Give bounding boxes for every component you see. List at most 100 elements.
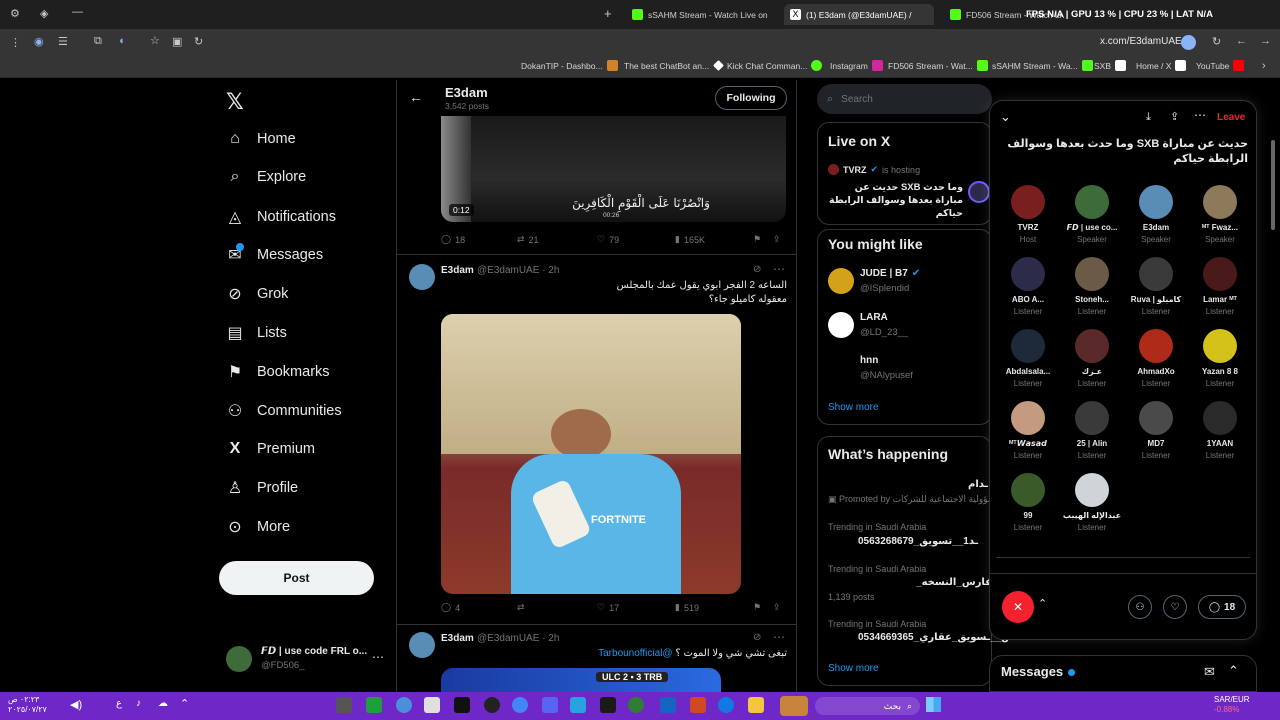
star-icon[interactable]: ☆	[150, 34, 160, 47]
show-more-link[interactable]: Show more	[828, 663, 879, 674]
reply-button[interactable]: ◯ 18	[441, 234, 465, 245]
minimize-icon[interactable]: —	[72, 6, 83, 18]
views-button[interactable]: ▮ 519	[675, 602, 699, 613]
bookmark-youtube[interactable]: YouTube	[1196, 60, 1245, 71]
bookmark-fd506[interactable]: FD506 Stream - Wat...	[888, 60, 988, 71]
nav-profile[interactable]: ♙ Profile	[226, 474, 298, 502]
currency-widget[interactable]: SAR/EUR -0.88%	[1214, 695, 1250, 715]
post-author-name[interactable]: E3dam	[441, 265, 474, 276]
post-author-name[interactable]: E3dam	[441, 633, 474, 644]
more-icon[interactable]: ⋯	[372, 650, 384, 664]
space-participant[interactable]: عـزك Listener	[1060, 329, 1124, 388]
nav-more[interactable]: ⊙ More	[226, 513, 290, 541]
bookmark-home-x[interactable]: Home / X	[1136, 60, 1187, 71]
read-aloud-icon[interactable]: ◖	[118, 35, 125, 47]
bookmark-instagram[interactable]: Instagram	[830, 60, 883, 71]
sidebar-icon[interactable]: ☰	[58, 35, 68, 48]
url-field[interactable]: x.com/E3damUAE	[1100, 36, 1182, 47]
nav-grok[interactable]: ⊘ Grok	[226, 280, 288, 308]
space-participant[interactable]: 𝙁𝘿 | use co... Speaker	[1060, 185, 1124, 244]
video-player[interactable]: وَانْصُرْنَا عَلَى الْقَوْمِ الْكَافِرِي…	[441, 116, 786, 222]
app-icon[interactable]	[660, 697, 676, 713]
taskbar-clock[interactable]: ٠٢:٢٣ ص ٢٠٢٥/٠٧/٢٧	[8, 695, 47, 715]
post-image[interactable]: FORTNITE	[441, 314, 741, 594]
app-icon[interactable]	[366, 697, 382, 713]
share-button[interactable]: ⇪	[773, 602, 781, 613]
more-icon[interactable]: ⋯	[1194, 108, 1206, 122]
widget-icon[interactable]	[780, 696, 808, 716]
avatar[interactable]	[409, 632, 435, 658]
people-button[interactable]: ⚇	[1128, 595, 1152, 619]
search-input[interactable]: Search	[841, 94, 873, 105]
space-participant[interactable]: Stoneh... Listener	[1060, 257, 1124, 316]
browser-logo-icon[interactable]: ◈	[40, 7, 48, 20]
space-participant[interactable]: Yazan 8 8 Listener	[1188, 329, 1252, 388]
bookmark-dokantip[interactable]: DokanTIP - Dashbo...	[521, 60, 618, 71]
space-participant[interactable]: ABO A... Listener	[996, 257, 1060, 316]
file-explorer-icon[interactable]	[748, 697, 764, 713]
messages-drawer[interactable]: Messages ✉ ⌃	[989, 655, 1257, 692]
space-participant[interactable]: عبدالإله الهيبب Listener	[1060, 473, 1124, 532]
views-button[interactable]: ▮ 165K	[675, 234, 705, 245]
like-button[interactable]: ♡ 79	[597, 234, 619, 245]
forward-icon[interactable]: →	[1260, 35, 1271, 47]
space-participant[interactable]: ᴹᵀ𝙒𝙖𝙨𝙖𝙙 Listener	[996, 401, 1060, 460]
leave-button[interactable]: Leave	[1217, 112, 1245, 123]
app-icon[interactable]	[600, 697, 616, 713]
extension-icon[interactable]: ◉	[34, 35, 44, 48]
discord-icon[interactable]	[542, 697, 558, 713]
menu-icon[interactable]: ⚙	[10, 7, 20, 20]
space-participant[interactable]: TVRZ Host	[996, 185, 1060, 244]
screenshot-icon[interactable]: ⧉	[94, 35, 102, 48]
more-icon[interactable]: ⋯	[773, 262, 785, 276]
following-button[interactable]: Following	[715, 86, 787, 110]
space-participant[interactable]: Ruva | كامبلو Listener	[1124, 257, 1188, 316]
x-logo-icon[interactable]: 𝕏	[226, 89, 244, 115]
nav-lists[interactable]: ▤ Lists	[226, 319, 286, 347]
space-participant[interactable]: 25 | Alin Listener	[1060, 401, 1124, 460]
post-video[interactable]: ULC 2 ▪ 3 TRB	[441, 668, 721, 692]
avatar[interactable]	[409, 264, 435, 290]
app-icon[interactable]	[690, 697, 706, 713]
history-icon[interactable]: ↻	[194, 35, 203, 48]
back-icon[interactable]: ←	[1236, 35, 1247, 47]
chrome-icon[interactable]	[512, 697, 528, 713]
like-button[interactable]: ♡ 17	[597, 602, 619, 613]
space-participant[interactable]: Lamar ᴹᵀ Listener	[1188, 257, 1252, 316]
minimize-space-icon[interactable]: ⤓	[1146, 111, 1151, 124]
account-switcher[interactable]: 𝙁𝘿 | use code FRL o... @FD506_ ⋯	[226, 644, 386, 676]
grok-explain-icon[interactable]: ⊘	[753, 264, 761, 275]
new-tab-icon[interactable]: +	[604, 6, 612, 21]
reaction-button[interactable]: ♡	[1163, 595, 1187, 619]
search-box[interactable]: ⌕ Search	[817, 84, 992, 114]
post-author-handle[interactable]: @E3damUAE · 2h	[477, 633, 559, 644]
suggested-user-name[interactable]: hnn	[860, 355, 878, 366]
avatar[interactable]	[828, 268, 854, 294]
bookmark-button[interactable]: ⚑	[753, 602, 761, 613]
live-space-title[interactable]: وما حدث SXB حديث عن مباراة بعدها وسوالف …	[828, 181, 963, 220]
nav-messages[interactable]: ✉ Messages	[226, 241, 323, 269]
search-input[interactable]: بحث	[884, 701, 901, 712]
nav-premium[interactable]: X Premium	[226, 435, 315, 463]
store-icon[interactable]	[424, 697, 440, 713]
avatar[interactable]	[828, 312, 854, 338]
app-icon[interactable]	[454, 697, 470, 713]
nav-home[interactable]: ⌂ Home	[226, 125, 296, 153]
nav-communities[interactable]: ⚇ Communities	[226, 397, 342, 425]
new-message-icon[interactable]: ✉	[1204, 664, 1215, 680]
mic-icon[interactable]	[1181, 35, 1196, 50]
share-button[interactable]: ⇪	[773, 234, 781, 245]
grok-explain-icon[interactable]: ⊘	[753, 632, 761, 643]
language-icon[interactable]: ع	[116, 698, 122, 709]
bookmark-sahm[interactable]: sSAHM Stream - Wa...	[992, 60, 1093, 71]
page-scrollbar[interactable]	[1271, 140, 1275, 230]
bookmark-sxb[interactable]: SXB	[1094, 60, 1127, 71]
taskbar-search[interactable]: بحث ⌕	[815, 697, 920, 715]
live-host[interactable]: TVRZ ✔ is hosting	[828, 164, 920, 175]
space-participant[interactable]: 1YAAN Listener	[1188, 401, 1252, 460]
nav-explore[interactable]: ⌕ Explore	[226, 163, 307, 191]
show-more-link[interactable]: Show more	[828, 402, 879, 413]
tab-e3dam[interactable]: X (1) E3dam (@E3damUAE) /	[784, 4, 934, 25]
space-participant[interactable]: MD7 Listener	[1124, 401, 1188, 460]
space-avatar-ring[interactable]	[968, 181, 990, 203]
